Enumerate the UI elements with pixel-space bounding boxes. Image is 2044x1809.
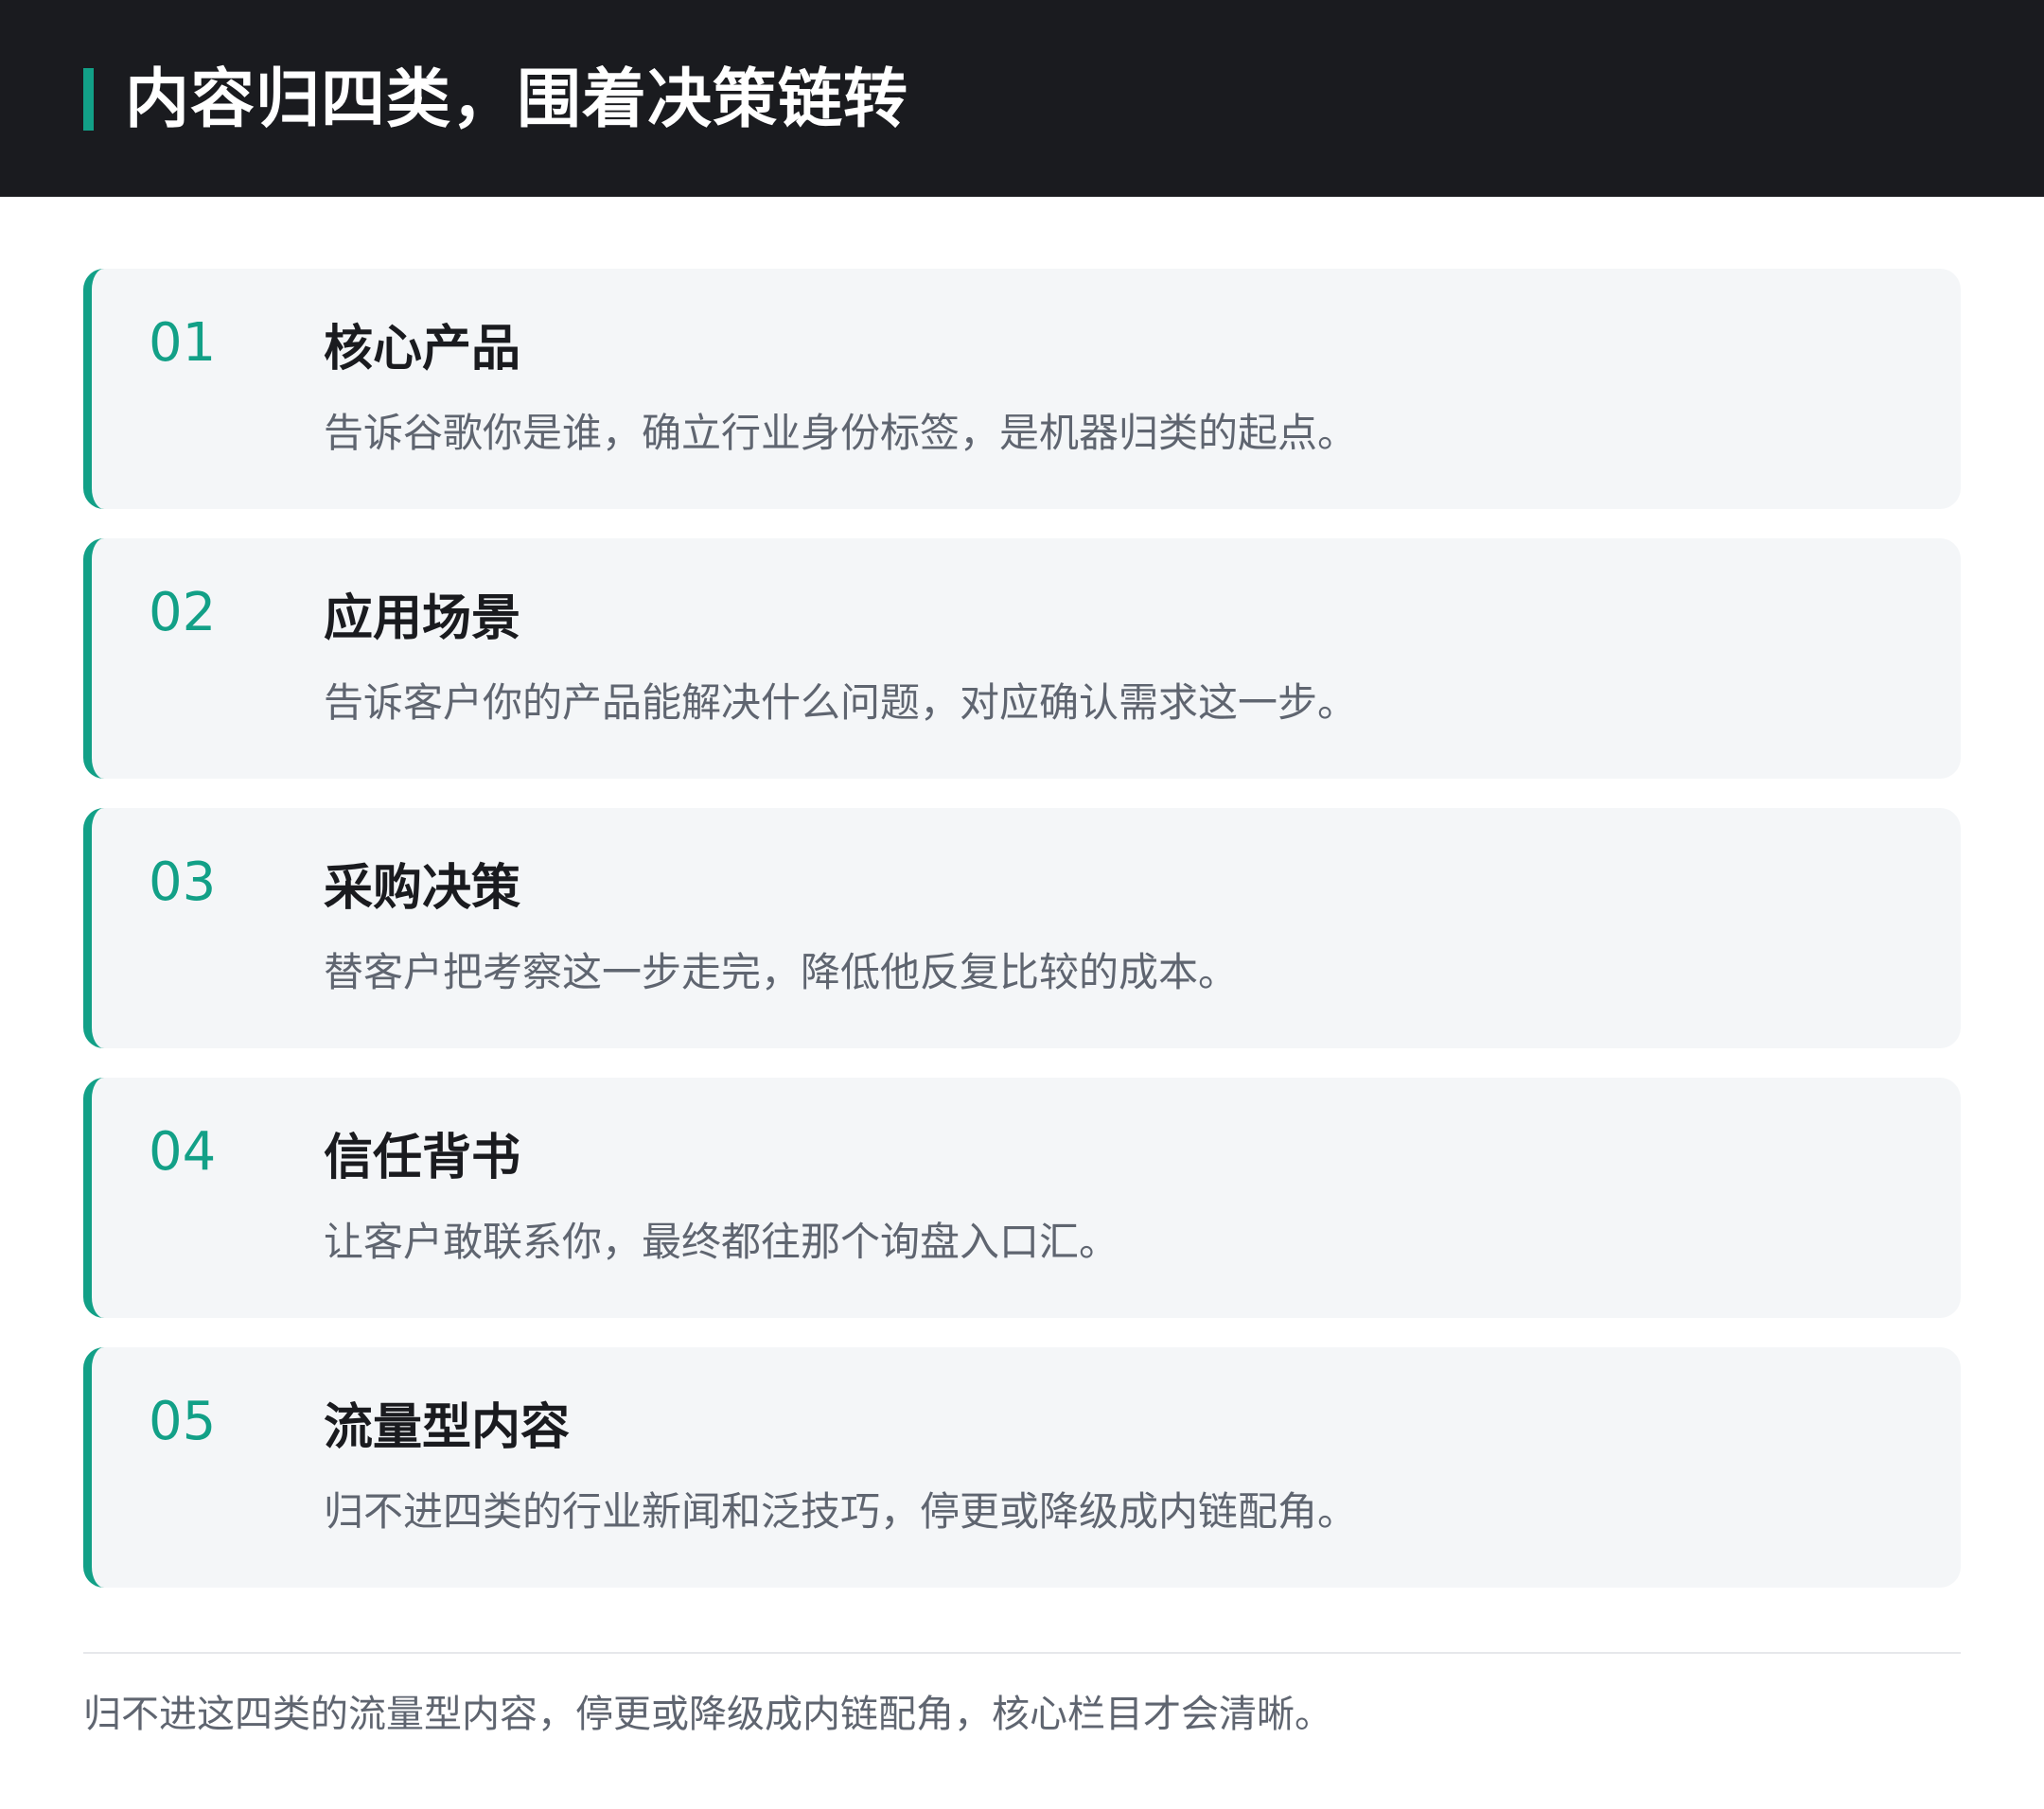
- card-number: 02: [149, 582, 217, 643]
- category-card-trust-endorsement: 04 信任背书 让客户敢联系你，最终都往那个询盘入口汇。: [83, 1078, 1961, 1318]
- category-card-purchase-decision: 03 采购决策 替客户把考察这一步走完，降低他反复比较的成本。: [83, 808, 1961, 1048]
- category-list: 01 核心产品 告诉谷歌你是谁，确立行业身份标签，是机器归类的起点。 02 应用…: [83, 269, 1961, 1617]
- card-description: 替客户把考察这一步走完，降低他反复比较的成本。: [324, 949, 1239, 995]
- category-card-core-product: 01 核心产品 告诉谷歌你是谁，确立行业身份标签，是机器归类的起点。: [83, 269, 1961, 509]
- card-description: 归不进四类的行业新闻和泛技巧，停更或降级成内链配角。: [324, 1488, 1358, 1535]
- card-description: 告诉客户你的产品能解决什么问题，对应确认需求这一步。: [324, 679, 1358, 726]
- divider: [83, 1652, 1961, 1654]
- page-title: 内容归四类，围着决策链转: [125, 62, 909, 137]
- card-number: 04: [149, 1121, 217, 1183]
- card-description: 告诉谷歌你是谁，确立行业身份标签，是机器归类的起点。: [324, 410, 1358, 456]
- category-card-application-scenario: 02 应用场景 告诉客户你的产品能解决什么问题，对应确认需求这一步。: [83, 538, 1961, 779]
- header-bar: 内容归四类，围着决策链转: [0, 0, 2044, 197]
- card-number: 05: [149, 1391, 217, 1452]
- card-number: 03: [149, 852, 217, 913]
- card-description: 让客户敢联系你，最终都往那个询盘入口汇。: [324, 1219, 1119, 1265]
- card-title: 应用场景: [324, 590, 521, 647]
- card-title: 信任背书: [324, 1130, 521, 1186]
- card-number: 01: [149, 312, 217, 374]
- category-card-traffic-content: 05 流量型内容 归不进四类的行业新闻和泛技巧，停更或降级成内链配角。: [83, 1347, 1961, 1588]
- card-title: 核心产品: [324, 321, 521, 378]
- footer-note: 归不进这四类的流量型内容，停更或降级成内链配角，核心栏目才会清晰。: [83, 1693, 1332, 1736]
- card-title: 采购决策: [324, 860, 521, 917]
- header-accent-bar: [83, 68, 94, 131]
- card-title: 流量型内容: [324, 1399, 571, 1456]
